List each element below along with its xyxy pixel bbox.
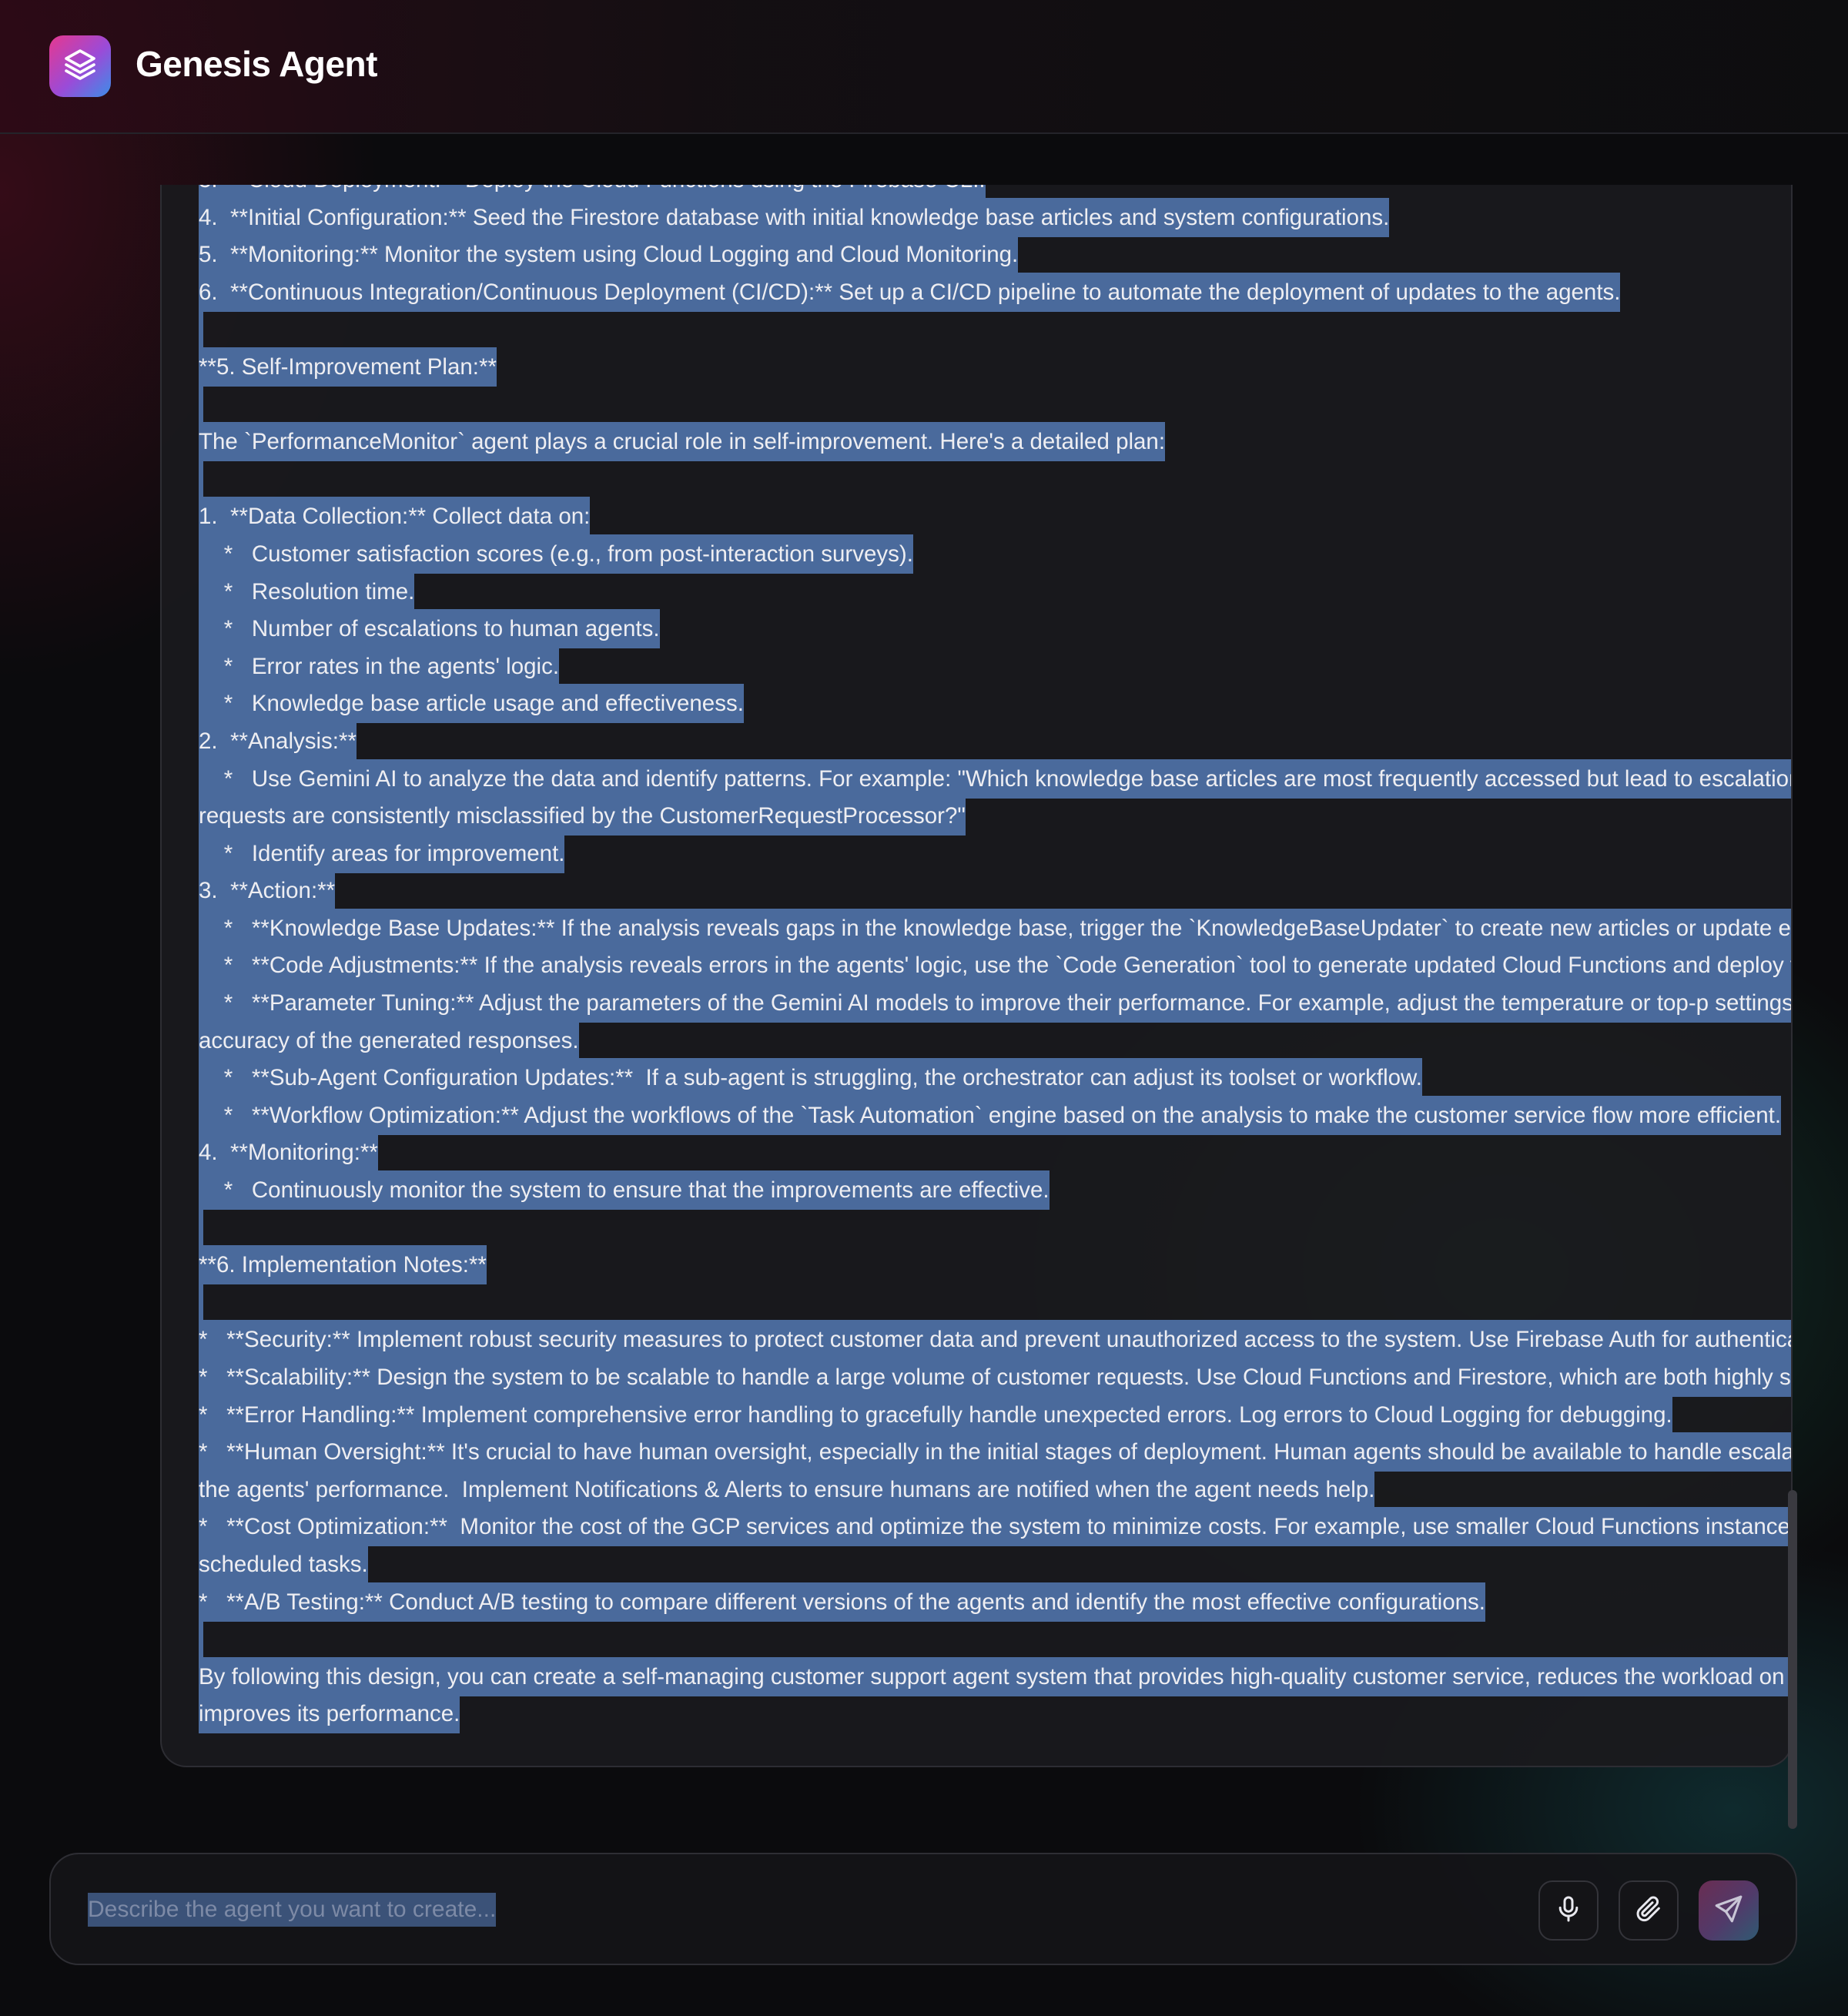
message-line: * Customer satisfaction scores (e.g., fr…	[199, 534, 1791, 574]
layers-icon	[62, 46, 99, 87]
message-line-text: * **Parameter Tuning:** Adjust the param…	[199, 983, 1791, 1023]
message-line: * Knowledge base article usage and effec…	[199, 684, 1791, 724]
message-line-text: **6. Implementation Notes:**	[199, 1245, 487, 1285]
message-line-text: * Continuously monitor the system to ens…	[199, 1170, 1050, 1211]
empty-line-selection	[199, 1621, 203, 1659]
app-header: Genesis Agent	[0, 0, 1848, 134]
message-line: * Identify areas for improvement.	[199, 833, 1791, 873]
assistant-message-card: 3. **Cloud Deployment:** Deploy the Clou…	[160, 185, 1793, 1767]
message-line: 5. **Monitoring:** Monitor the system us…	[199, 235, 1791, 275]
message-line-text: By following this design, you can create…	[199, 1656, 1791, 1696]
message-line: 3. **Action:**	[199, 871, 1791, 911]
message-line-text: 6. **Continuous Integration/Continuous D…	[199, 272, 1621, 312]
message-line: * **Security:** Implement robust securit…	[199, 1320, 1791, 1360]
message-line-text: * Knowledge base article usage and effec…	[199, 684, 744, 724]
message-line: * **Knowledge Base Updates:** If the ana…	[199, 908, 1791, 948]
message-line-text: The `PerformanceMonitor` agent plays a c…	[199, 422, 1166, 462]
paperclip-icon	[1633, 1894, 1664, 1928]
message-line: the agents' performance. Implement Notif…	[199, 1469, 1791, 1509]
message-line: * **Scalability:** Design the system to …	[199, 1358, 1791, 1397]
message-line-text: * **A/B Testing:** Conduct A/B testing t…	[199, 1582, 1485, 1622]
message-line-text: * **Code Adjustments:** If the analysis …	[199, 946, 1791, 986]
assistant-message-text: 3. **Cloud Deployment:** Deploy the Clou…	[199, 185, 1791, 1734]
message-line-text: * **Error Handling:** Implement comprehe…	[199, 1395, 1672, 1435]
message-line: * **Cost Optimization:** Monitor the cos…	[199, 1507, 1791, 1547]
message-line-text: * Identify areas for improvement.	[199, 833, 565, 873]
message-line-text: 2. **Analysis:**	[199, 721, 357, 761]
message-line-text: improves its performance.	[199, 1694, 460, 1734]
message-line-text: scheduled tasks.	[199, 1544, 368, 1584]
message-line-text: * **Workflow Optimization:** Adjust the …	[199, 1095, 1782, 1135]
message-line: * **Human Oversight:** It's crucial to h…	[199, 1432, 1791, 1472]
message-line: scheduled tasks.	[199, 1544, 1791, 1584]
message-line: * **Workflow Optimization:** Adjust the …	[199, 1095, 1791, 1135]
message-line-text: * **Cost Optimization:** Monitor the cos…	[199, 1507, 1791, 1547]
message-line-text: 1. **Data Collection:** Collect data on:	[199, 497, 591, 537]
message-line: * Resolution time.	[199, 571, 1791, 611]
message-line: 2. **Analysis:**	[199, 721, 1791, 761]
message-line-text: * Number of escalations to human agents.	[199, 609, 660, 649]
message-line: **6. Implementation Notes:**	[199, 1245, 1791, 1285]
message-line-text: 3. **Action:**	[199, 871, 336, 911]
message-line: * **Code Adjustments:** If the analysis …	[199, 946, 1791, 986]
message-line	[199, 1209, 1791, 1247]
message-line-text: requests are consistently misclassified …	[199, 796, 966, 836]
empty-line-selection	[199, 386, 203, 424]
message-line-text: accuracy of the generated responses.	[199, 1020, 579, 1060]
message-line-text: * Resolution time.	[199, 571, 415, 611]
message-line: * **Parameter Tuning:** Adjust the param…	[199, 983, 1791, 1023]
message-line	[199, 1284, 1791, 1322]
empty-line-selection	[199, 311, 203, 349]
app-title: Genesis Agent	[136, 44, 377, 84]
message-line-text: 4. **Monitoring:**	[199, 1133, 378, 1173]
message-line-text: * **Human Oversight:** It's crucial to h…	[199, 1432, 1791, 1472]
empty-line-selection	[199, 1284, 203, 1321]
message-line: 4. **Initial Configuration:** Seed the F…	[199, 197, 1791, 237]
message-line: 1. **Data Collection:** Collect data on:	[199, 497, 1791, 537]
message-line: **5. Self-Improvement Plan:**	[199, 347, 1791, 387]
empty-line-selection	[199, 460, 203, 498]
message-line-text: * **Sub-Agent Configuration Updates:** I…	[199, 1058, 1422, 1098]
message-line: improves its performance.	[199, 1694, 1791, 1734]
message-line: The `PerformanceMonitor` agent plays a c…	[199, 422, 1791, 462]
message-line-text: 4. **Initial Configuration:** Seed the F…	[199, 197, 1390, 237]
app-logo	[49, 35, 111, 97]
message-line: 6. **Continuous Integration/Continuous D…	[199, 272, 1791, 312]
attach-button[interactable]	[1619, 1880, 1679, 1941]
message-line-text: * Error rates in the agents' logic.	[199, 646, 560, 686]
microphone-icon	[1553, 1894, 1584, 1928]
prompt-placeholder: Describe the agent you want to create...	[88, 1893, 497, 1927]
message-line: accuracy of the generated responses.	[199, 1020, 1791, 1060]
scrollbar-thumb[interactable]	[1788, 1490, 1797, 1829]
message-line	[199, 386, 1791, 424]
message-line	[199, 1621, 1791, 1659]
message-composer: Describe the agent you want to create...	[49, 1853, 1797, 1965]
message-line-text: * Customer satisfaction scores (e.g., fr…	[199, 534, 913, 574]
message-line: * Use Gemini AI to analyze the data and …	[199, 759, 1791, 799]
microphone-button[interactable]	[1538, 1880, 1599, 1941]
message-line: * **A/B Testing:** Conduct A/B testing t…	[199, 1582, 1791, 1622]
message-line-text: 5. **Monitoring:** Monitor the system us…	[199, 235, 1019, 275]
send-icon	[1712, 1893, 1745, 1929]
message-line-text: * **Security:** Implement robust securit…	[199, 1320, 1791, 1360]
send-button[interactable]	[1699, 1880, 1759, 1941]
message-line-text: * **Scalability:** Design the system to …	[199, 1358, 1791, 1397]
message-line: 4. **Monitoring:**	[199, 1133, 1791, 1173]
message-line-text: * **Knowledge Base Updates:** If the ana…	[199, 908, 1791, 948]
message-line: * **Error Handling:** Implement comprehe…	[199, 1395, 1791, 1435]
empty-line-selection	[199, 1209, 203, 1247]
message-line-text: * Use Gemini AI to analyze the data and …	[199, 759, 1791, 799]
message-line-text: **5. Self-Improvement Plan:**	[199, 347, 497, 387]
message-line-text: the agents' performance. Implement Notif…	[199, 1469, 1375, 1509]
message-line	[199, 460, 1791, 499]
app-page: Genesis Agent 3. **Cloud Deployment:** D…	[0, 0, 1848, 2016]
message-line	[199, 311, 1791, 349]
message-line: 3. **Cloud Deployment:** Deploy the Clou…	[199, 185, 1791, 199]
message-line: * Number of escalations to human agents.	[199, 609, 1791, 649]
message-line: * **Sub-Agent Configuration Updates:** I…	[199, 1058, 1791, 1098]
message-line: * Continuously monitor the system to ens…	[199, 1170, 1791, 1211]
message-line: * Error rates in the agents' logic.	[199, 646, 1791, 686]
message-line: By following this design, you can create…	[199, 1656, 1791, 1696]
message-line: requests are consistently misclassified …	[199, 796, 1791, 836]
